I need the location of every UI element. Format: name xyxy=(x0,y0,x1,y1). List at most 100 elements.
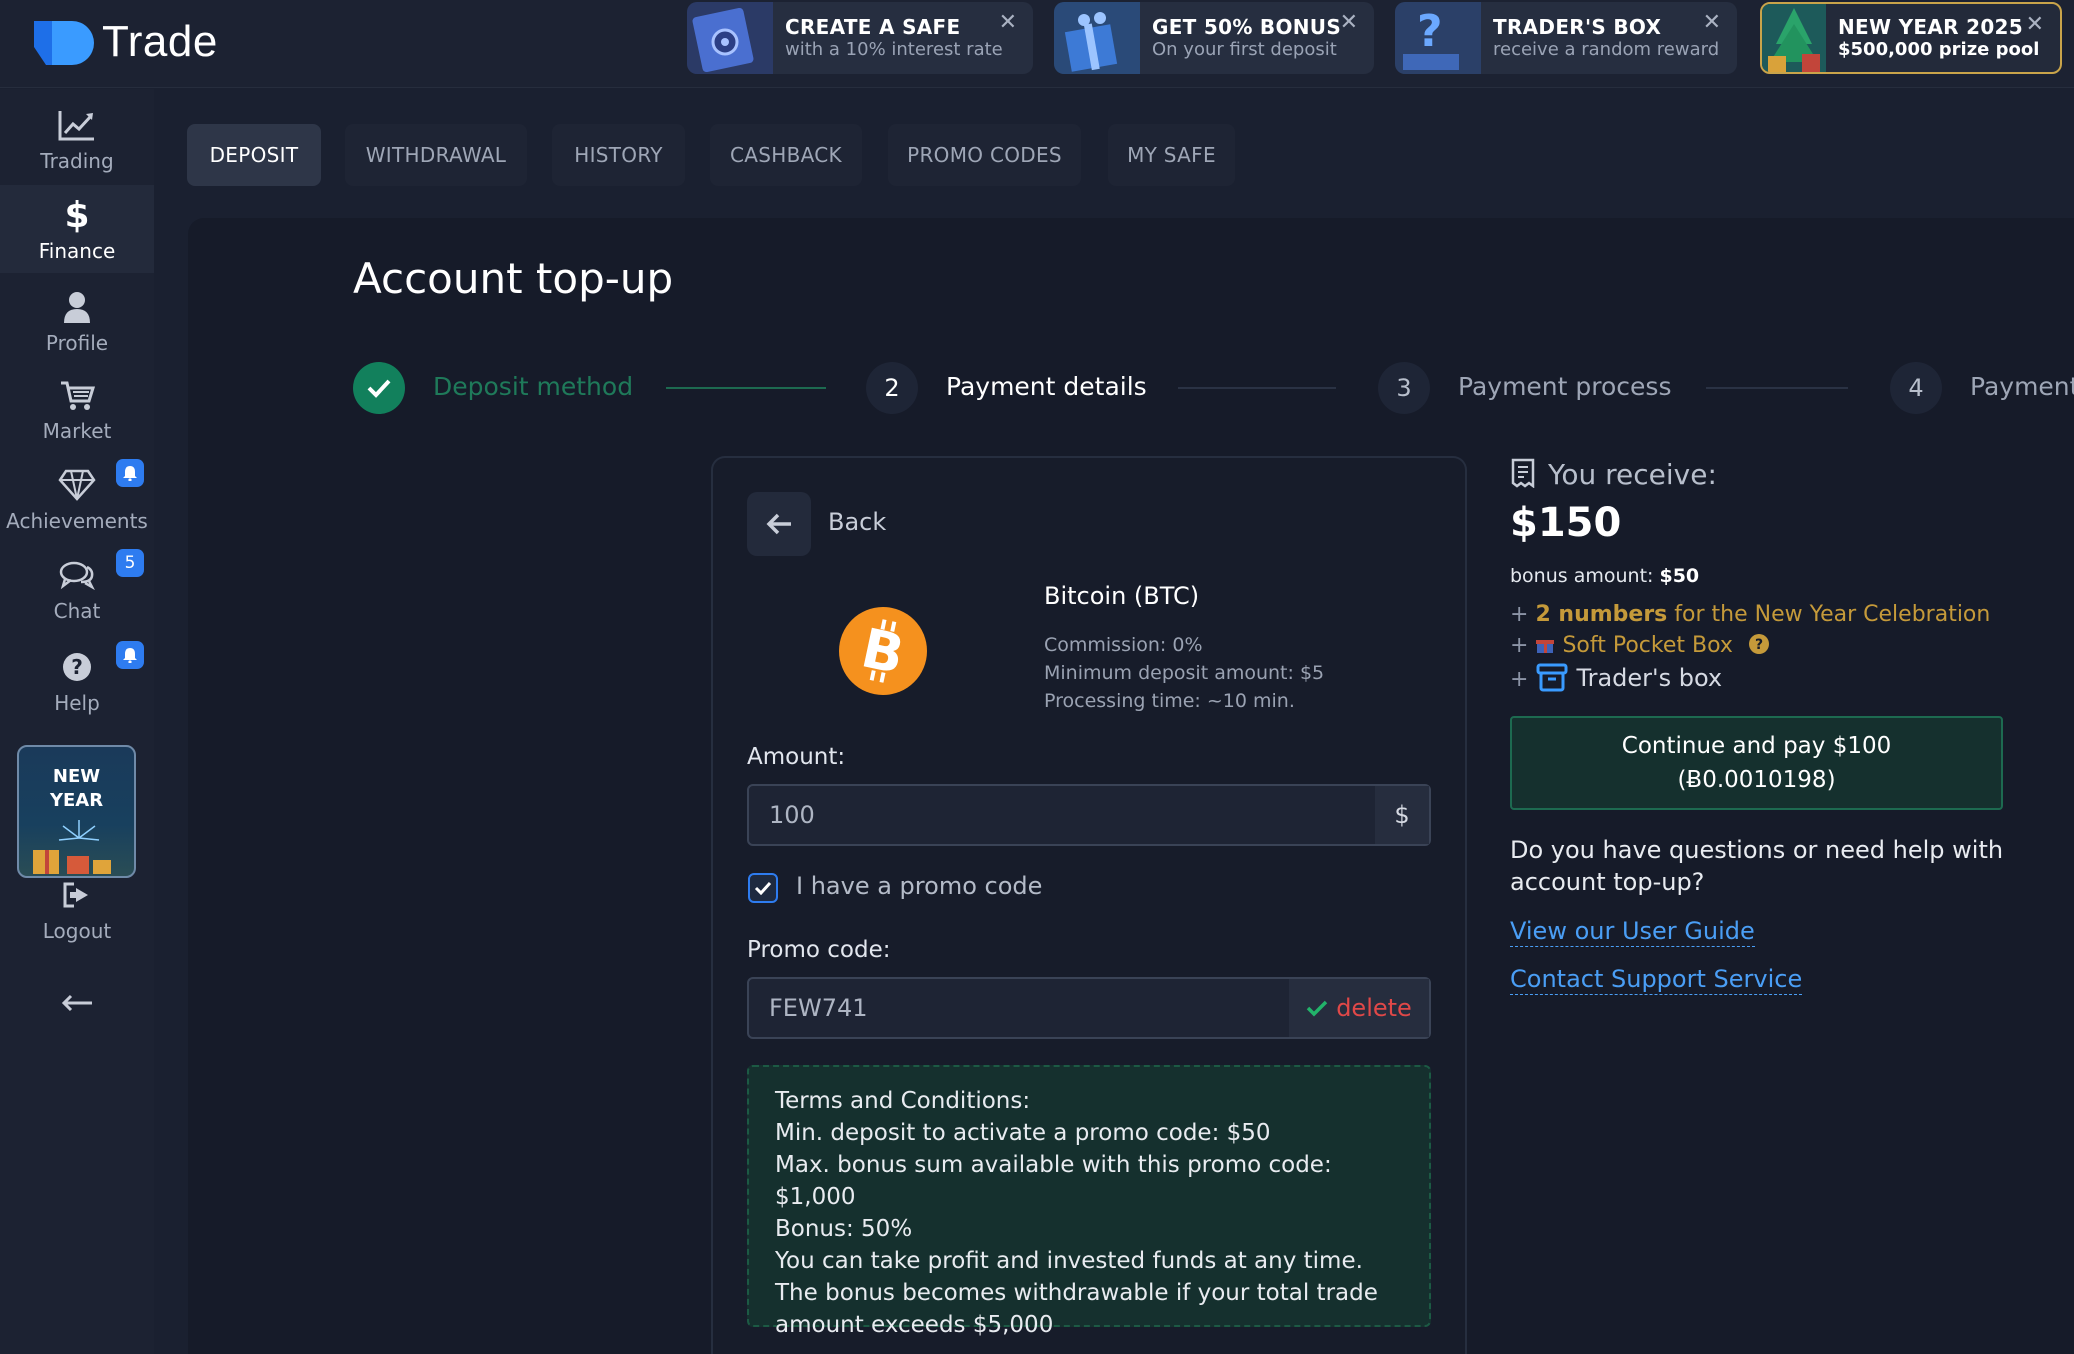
sidebar-item-market[interactable]: Market xyxy=(0,375,154,455)
sidebar-item-label: Help xyxy=(54,691,100,715)
sidebar-item-label: Profile xyxy=(45,331,109,355)
processing-time-text: Processing time: ~10 min. xyxy=(1044,690,1295,712)
continue-and-pay-button[interactable]: Continue and pay $100 (Ƀ0.0010198) xyxy=(1510,716,2003,810)
promo-traders-box[interactable]: ? TRADER'S BOX receive a random reward ✕ xyxy=(1395,2,1737,74)
bell-badge-icon xyxy=(116,459,144,487)
sidebar-collapse-button[interactable] xyxy=(0,993,154,1027)
promo-subtitle: receive a random reward xyxy=(1493,39,1720,60)
terms-line: amount exceeds $5,000 xyxy=(775,1312,1054,1338)
sidebar-item-label: Achievements xyxy=(6,509,148,533)
tab-cashback[interactable]: CASHBACK xyxy=(710,124,862,186)
sidebar: Trading $ Finance Profile Market Achieve… xyxy=(0,89,154,1354)
step-1-label: Deposit method xyxy=(433,372,634,401)
step-1-done xyxy=(353,362,405,414)
arrow-left-icon xyxy=(61,994,92,1012)
page-title: Account top-up xyxy=(353,254,674,303)
step-connector xyxy=(1706,387,1848,389)
question-icon: ? xyxy=(63,653,91,681)
sidebar-item-label: Trading xyxy=(40,149,114,173)
promo-code-checkbox[interactable] xyxy=(748,873,778,903)
sidebar-item-trading[interactable]: Trading xyxy=(0,105,154,185)
terms-line: You can take profit and invested funds a… xyxy=(775,1248,1363,1274)
sidebar-item-profile[interactable]: Profile xyxy=(0,287,154,367)
traders-box-text: Trader's box xyxy=(1576,664,1723,692)
chart-line-icon xyxy=(58,111,94,141)
promo-create-safe[interactable]: CREATE A SAFE with a 10% interest rate ✕ xyxy=(687,2,1033,74)
sidebar-item-label: Chat xyxy=(53,599,101,623)
new-year-card-line: NEW xyxy=(52,766,101,787)
close-icon[interactable]: ✕ xyxy=(1340,12,1358,34)
check-icon xyxy=(367,379,391,398)
arrow-left-icon xyxy=(766,513,791,535)
reward-soft-pocket-box: + Soft Pocket Box ? xyxy=(1510,633,1770,658)
logo[interactable]: Trade xyxy=(32,14,218,70)
cart-icon xyxy=(61,381,95,410)
receive-amount: $150 xyxy=(1510,500,1622,546)
contact-support-link[interactable]: Contact Support Service xyxy=(1510,964,1803,995)
bonus-amount-value: $50 xyxy=(1659,565,1700,587)
bitcoin-icon: B xyxy=(839,607,927,695)
chat-count-badge: 5 xyxy=(116,549,144,577)
receipt-icon xyxy=(1511,458,1535,488)
amount-input[interactable]: 100 $ xyxy=(747,784,1431,846)
close-icon[interactable]: ✕ xyxy=(999,12,1017,34)
new-year-card[interactable]: NEW YEAR xyxy=(17,745,136,878)
tab-promo-codes[interactable]: PROMO CODES xyxy=(888,124,1081,186)
step-2-number: 2 xyxy=(866,362,918,414)
terms-and-conditions: Terms and Conditions: Min. deposit to ac… xyxy=(747,1065,1431,1338)
close-icon[interactable]: ✕ xyxy=(2026,14,2044,36)
promo-subtitle: $500,000 prize pool xyxy=(1838,39,2040,60)
back-button[interactable] xyxy=(747,492,811,556)
user-guide-link[interactable]: View our User Guide xyxy=(1510,916,1755,947)
terms-line: Min. deposit to activate a promo code: $… xyxy=(775,1120,1271,1146)
dollar-icon: $ xyxy=(64,194,90,236)
step-connector xyxy=(1178,387,1336,389)
step-3-number: 3 xyxy=(1378,362,1430,414)
question-icon[interactable]: ? xyxy=(1748,633,1770,655)
min-deposit-text: Minimum deposit amount: $5 xyxy=(1044,662,1325,684)
sidebar-item-label: Logout xyxy=(42,919,112,943)
soft-pocket-box-text: Soft Pocket Box xyxy=(1562,633,1733,658)
delete-promo-button[interactable]: delete xyxy=(1289,979,1429,1037)
tab-withdrawal[interactable]: WITHDRAWAL xyxy=(345,124,527,186)
bell-badge-icon xyxy=(116,641,144,669)
promo-new-year[interactable]: NEW YEAR 2025 $500,000 prize pool ✕ xyxy=(1760,2,2062,74)
currency-addon: $ xyxy=(1375,786,1429,844)
promo-code-checkbox-label[interactable]: I have a promo code xyxy=(796,872,1042,900)
promo-bonus[interactable]: GET 50% BONUS On your first deposit ✕ xyxy=(1054,2,1374,74)
continue-line-1: Continue and pay $100 xyxy=(1621,733,1892,759)
promo-title: GET 50% BONUS xyxy=(1152,15,1342,39)
reward-new-year-numbers: + 2 numbers for the New Year Celebration xyxy=(1510,602,1991,627)
tab-my-safe[interactable]: MY SAFE xyxy=(1108,124,1235,186)
promo-title: TRADER'S BOX xyxy=(1493,15,1662,39)
christmas-tree-icon xyxy=(1762,4,1826,72)
terms-line: Terms and Conditions: xyxy=(775,1088,1031,1114)
svg-text:?: ? xyxy=(1755,637,1763,653)
top-bar: Trade CREATE A SAFE with a 10% interest … xyxy=(0,0,2074,88)
check-icon xyxy=(754,881,772,895)
sidebar-item-logout[interactable]: Logout xyxy=(0,875,154,955)
close-icon[interactable]: ✕ xyxy=(1703,12,1721,34)
bonus-amount: bonus amount: $50 xyxy=(1510,565,1699,587)
svg-text:?: ? xyxy=(1417,6,1443,57)
tab-deposit[interactable]: DEPOSIT xyxy=(187,124,321,186)
svg-text:?: ? xyxy=(71,655,83,679)
commission-text: Commission: 0% xyxy=(1044,634,1203,656)
mystery-box-icon: ? xyxy=(1395,2,1481,74)
amount-value: 100 xyxy=(769,801,815,829)
help-question: Do you have questions or need help with … xyxy=(1510,836,2004,896)
fireworks-icon xyxy=(33,820,111,874)
promo-code-label: Promo code: xyxy=(747,937,891,963)
logo-text: Trade xyxy=(102,17,218,66)
promo-code-input[interactable]: FEW741 delete xyxy=(747,977,1431,1039)
coin-name: Bitcoin (BTC) xyxy=(1044,582,1200,610)
reward-numbers-count: 2 numbers xyxy=(1535,602,1668,627)
tab-history[interactable]: HISTORY xyxy=(552,124,685,186)
logout-icon xyxy=(63,882,88,908)
promo-title: CREATE A SAFE xyxy=(785,15,961,39)
step-4-label: Payment xyxy=(1970,372,2074,401)
chat-icon xyxy=(59,561,95,590)
sidebar-item-finance[interactable]: $ Finance xyxy=(0,185,154,273)
continue-line-2: (Ƀ0.0010198) xyxy=(1677,767,1836,793)
back-label[interactable]: Back xyxy=(828,508,886,536)
